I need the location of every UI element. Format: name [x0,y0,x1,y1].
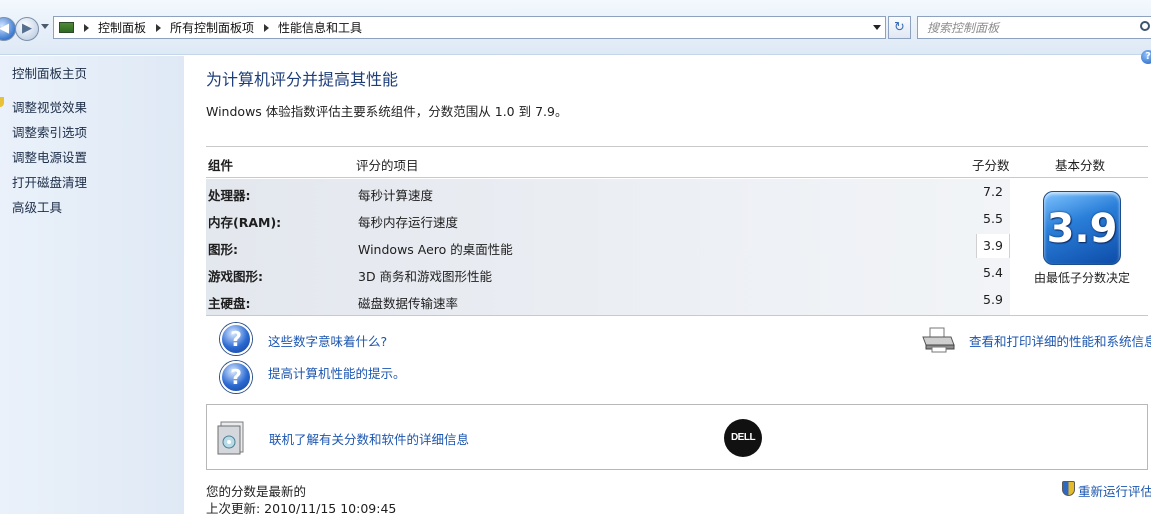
dell-logo: DELL [724,419,762,457]
printer-icon [922,327,955,353]
search-box[interactable] [917,16,1151,39]
sidebar-item-indexing[interactable]: 调整索引选项 [12,122,87,141]
row-name-hard-disk: 主硬盘: [208,296,251,311]
row-name-gaming-graphics: 游戏图形: [208,269,263,284]
header-subscore: 子分数 [972,158,1010,173]
software-box-icon [217,421,244,455]
sidebar-item-power[interactable]: 调整电源设置 [12,147,87,166]
navigation-bar: ◀ ▶ 控制面板 所有控制面板项 性能信息和工具 ↻ [0,0,1151,55]
question-icon: ? [220,361,252,393]
header-component: 组件 [208,158,234,173]
row-item-processor: 每秒计算速度 [358,188,434,203]
online-info-box: 联机了解有关分数和软件的详细信息 DELL [206,404,1148,470]
sidebar-home-link[interactable]: 控制面板主页 [12,63,87,82]
page-description: Windows 体验指数评估主要系统组件，分数范围从 1.0 到 7.9。 [206,104,568,119]
row-name-processor: 处理器: [208,188,251,203]
shield-icon [0,97,4,107]
print-details-link[interactable]: 查看和打印详细的性能和系统信息 [969,331,1151,350]
breadcrumb-separator[interactable] [84,23,89,32]
back-button[interactable]: ◀ [0,17,16,41]
search-input[interactable] [927,20,1127,35]
row-score-hard-disk: 5.9 [983,292,1003,307]
base-score-badge: 3.9 [1043,191,1121,265]
row-score-gaming-graphics: 5.4 [983,265,1003,280]
row-score-graphics: 3.9 [976,234,1010,258]
page-title: 为计算机评分并提高其性能 [206,70,399,89]
breadcrumb-separator[interactable] [156,23,162,32]
forward-button[interactable]: ▶ [15,17,39,41]
performance-tips-link[interactable]: 提高计算机性能的提示。 [268,363,406,382]
refresh-button[interactable]: ↻ [888,16,911,39]
score-table: 处理器: 每秒计算速度 7.2 内存(RAM): 每秒内存运行速度 5.5 图形… [206,179,1148,316]
uac-shield-icon [1062,481,1075,496]
score-table-header: 组件 评分的项目 子分数 基本分数 [206,146,1148,178]
address-bar[interactable]: 控制面板 所有控制面板项 性能信息和工具 [53,16,886,39]
question-icon: ? [220,323,252,355]
row-score-memory: 5.5 [983,211,1003,226]
header-basescore: 基本分数 [1055,158,1106,173]
base-score-caption: 由最低子分数决定 [1033,271,1130,285]
breadcrumb-control-panel[interactable]: 控制面板 [98,19,146,36]
breadcrumb-separator[interactable] [264,23,270,32]
row-item-graphics: Windows Aero 的桌面性能 [358,242,513,257]
header-rated-item: 评分的项目 [356,158,419,173]
help-icon[interactable]: ? [1141,50,1151,64]
row-item-memory: 每秒内存运行速度 [358,215,459,230]
sidebar: 控制面板主页 调整视觉效果 调整索引选项 调整电源设置 打开磁盘清理 高级工具 [0,56,184,514]
rerun-assessment-link[interactable]: 重新运行评估 [1078,481,1151,500]
row-name-graphics: 图形: [208,242,238,257]
search-icon[interactable] [1140,21,1150,31]
recent-pages-dropdown[interactable] [41,24,49,29]
row-name-memory: 内存(RAM): [208,215,282,230]
what-numbers-mean-link[interactable]: 这些数字意味着什么? [268,331,387,350]
row-item-gaming-graphics: 3D 商务和游戏图形性能 [358,269,493,284]
online-info-link[interactable]: 联机了解有关分数和软件的详细信息 [269,429,469,448]
row-item-hard-disk: 磁盘数据传输速率 [358,296,459,311]
breadcrumb-performance[interactable]: 性能信息和工具 [278,19,362,36]
breadcrumb-all-items[interactable]: 所有控制面板项 [170,19,254,36]
sidebar-item-disk-cleanup[interactable]: 打开磁盘清理 [12,172,87,191]
sidebar-item-advanced-tools[interactable]: 高级工具 [12,197,62,216]
sidebar-item-visual-effects[interactable]: 调整视觉效果 [12,97,87,116]
base-score-panel: 3.9 由最低子分数决定 [1010,179,1148,315]
last-update: 上次更新: 2010/11/15 10:09:45 [206,501,397,514]
row-score-processor: 7.2 [983,184,1003,199]
control-panel-icon [59,22,74,33]
address-dropdown-button[interactable] [869,17,885,38]
